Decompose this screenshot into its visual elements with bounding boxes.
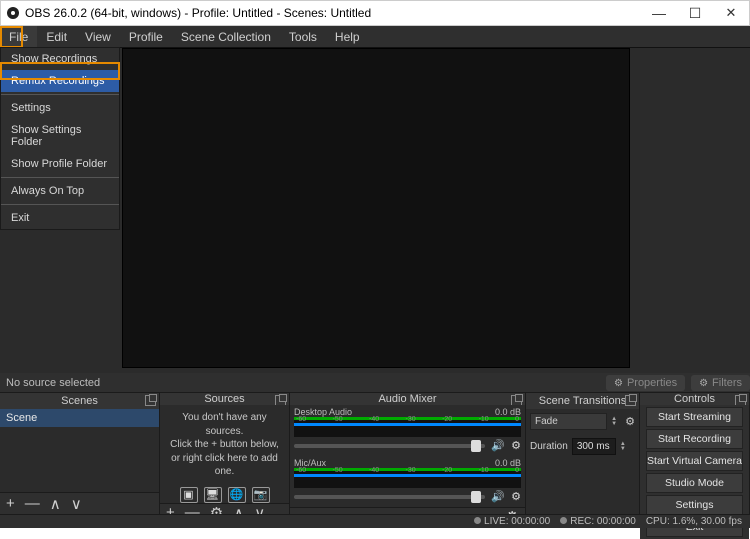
no-source-selected-label: No source selected [6,377,100,389]
menu-separator [1,94,119,95]
controls-panel: Controls Start Streaming Start Recording… [640,393,750,514]
camera-source-icon: 📷 [252,487,270,503]
live-status: LIVE: 00:00:00 [484,516,550,527]
controls-header: Controls [640,393,749,405]
gear-icon[interactable] [511,439,521,452]
speaker-icon[interactable] [491,439,505,452]
start-recording-button[interactable]: Start Recording [646,429,743,449]
transition-select[interactable]: Fade [530,413,607,430]
menu-separator [1,177,119,178]
menu-view[interactable]: View [76,26,120,47]
display-source-icon: 🖥 [204,487,222,503]
preview-canvas[interactable] [122,48,630,368]
dock-panels: Scenes Scene + — ∧ ∨ Sources You don't h… [0,393,750,514]
start-virtual-camera-button[interactable]: Start Virtual Camera [646,451,743,471]
close-button[interactable]: ✕ [713,0,749,26]
source-toolbar: No source selected Properties Filters [0,373,750,393]
scenes-toolbar: + — ∧ ∨ [0,492,159,514]
window-title: OBS 26.0.2 (64-bit, windows) - Profile: … [25,6,641,20]
volume-slider[interactable] [294,444,485,448]
settings-button[interactable]: Settings [646,495,743,515]
maximize-button[interactable]: ☐ [677,0,713,26]
source-type-icons: ▣ 🖥 🌐 📷 [160,487,289,503]
scenes-header: Scenes [0,393,159,409]
menu-item-exit[interactable]: Exit [1,207,119,229]
transitions-header: Scene Transitions [526,393,639,409]
menu-scene-collection[interactable]: Scene Collection [172,26,280,47]
channel-meter: -60-50-40-30-20-100 [294,468,521,488]
menu-item-always-on-top[interactable]: Always On Top [1,180,119,202]
duration-stepper[interactable]: ▲▼ [620,442,630,452]
properties-button[interactable]: Properties [606,375,685,391]
live-indicator-icon [474,517,481,524]
duration-label: Duration [530,441,568,452]
sources-panel: Sources You don't have any sources. Clic… [160,393,290,514]
gear-icon[interactable] [511,490,521,503]
menu-file[interactable]: File [0,26,37,47]
sources-header: Sources [160,393,289,405]
sources-empty-message: You don't have any sources. Click the + … [160,405,289,483]
filters-button[interactable]: Filters [691,375,750,391]
mixer-header: Audio Mixer [290,393,525,405]
menu-separator [1,204,119,205]
filters-icon [699,377,708,389]
menu-profile[interactable]: Profile [120,26,172,47]
speaker-icon[interactable] [491,490,505,503]
app-icon [7,7,19,19]
volume-slider[interactable] [294,495,485,499]
scenes-panel: Scenes Scene + — ∧ ∨ [0,393,160,514]
rec-indicator-icon [560,517,567,524]
file-menu-dropdown: Show Recordings Remux Recordings Setting… [0,47,120,230]
duration-input[interactable]: 300 ms [572,438,616,455]
gear-icon [614,377,623,389]
transitions-panel: Scene Transitions Fade ▲▼ Duration 300 m… [526,393,640,514]
remove-scene-button[interactable]: — [25,495,40,512]
menu-edit[interactable]: Edit [37,26,76,47]
menu-item-show-settings-folder[interactable]: Show Settings Folder [1,119,119,153]
menu-item-show-profile-folder[interactable]: Show Profile Folder [1,153,119,175]
scene-down-button[interactable]: ∨ [71,495,82,513]
popout-icon[interactable] [625,395,636,406]
menu-tools[interactable]: Tools [280,26,326,47]
scene-up-button[interactable]: ∧ [50,495,61,513]
cpu-status: CPU: 1.6%, 30.00 fps [646,516,742,527]
gear-icon[interactable] [625,415,635,428]
start-streaming-button[interactable]: Start Streaming [646,407,743,427]
status-bar: LIVE: 00:00:00 REC: 00:00:00 CPU: 1.6%, … [0,514,750,528]
image-source-icon: ▣ [180,487,198,503]
menu-item-show-recordings[interactable]: Show Recordings [1,48,119,70]
minimize-button[interactable]: — [641,0,677,26]
menu-item-remux-recordings[interactable]: Remux Recordings [1,70,119,92]
menu-item-settings[interactable]: Settings [1,97,119,119]
add-scene-button[interactable]: + [6,495,15,512]
window-titlebar: OBS 26.0.2 (64-bit, windows) - Profile: … [0,0,750,26]
menu-bar: File Edit View Profile Scene Collection … [0,26,750,48]
popout-icon[interactable] [145,395,156,406]
rec-status: REC: 00:00:00 [570,516,636,527]
menu-help[interactable]: Help [326,26,369,47]
browser-source-icon: 🌐 [228,487,246,503]
scene-list-item[interactable]: Scene [0,409,159,427]
studio-mode-button[interactable]: Studio Mode [646,473,743,493]
audio-mixer-panel: Audio Mixer Desktop Audio0.0 dB -60-50-4… [290,393,526,514]
channel-meter: -60-50-40-30-20-100 [294,417,521,437]
